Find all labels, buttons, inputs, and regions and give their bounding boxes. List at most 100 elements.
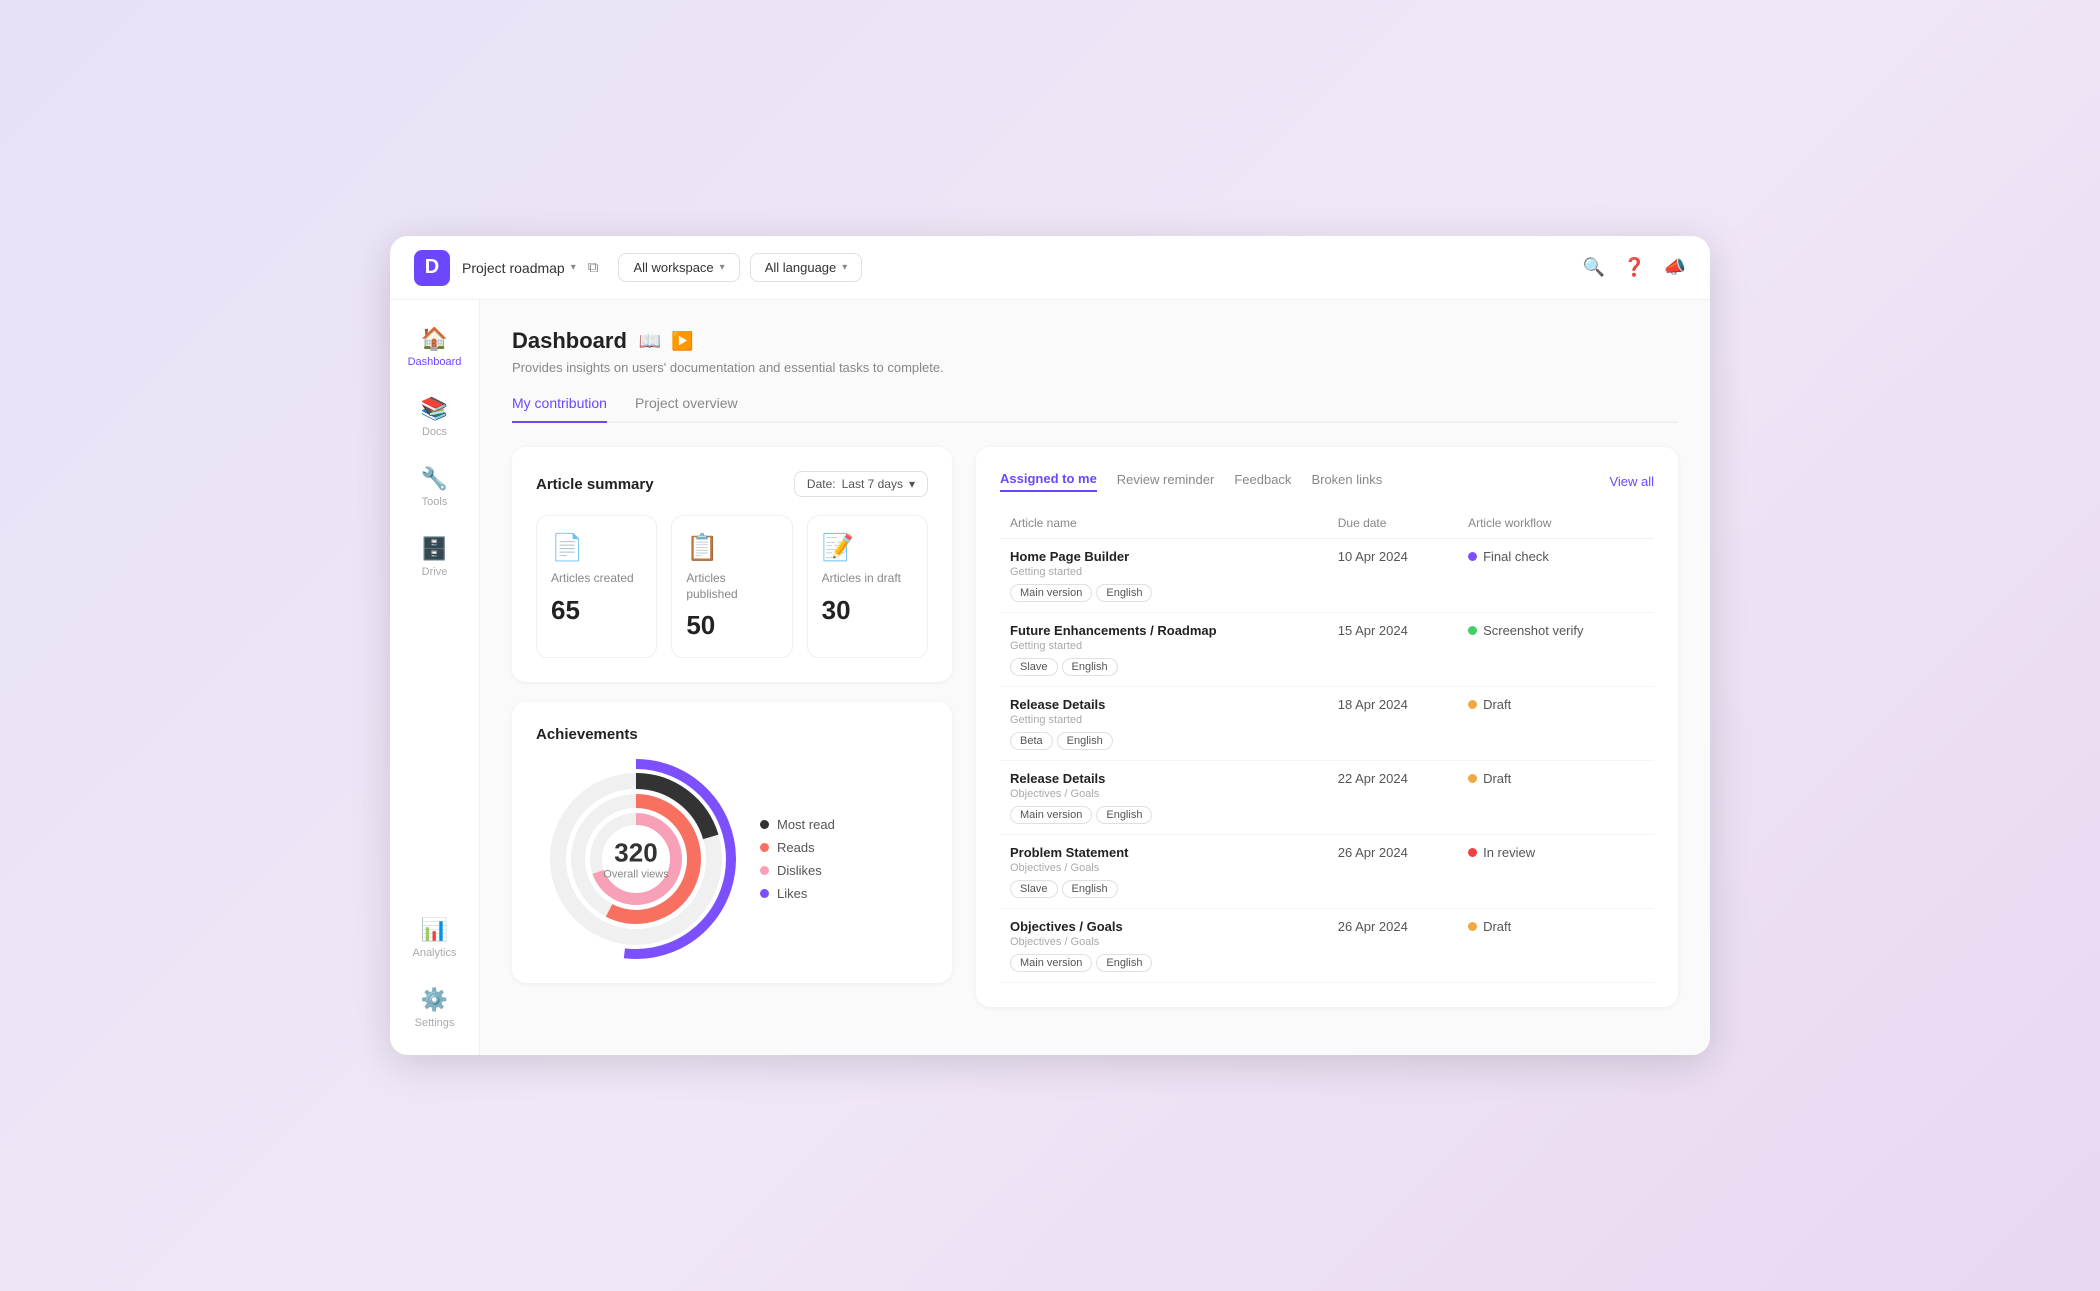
workflow-label: In review	[1483, 845, 1535, 860]
workflow-label: Draft	[1483, 919, 1511, 934]
app-logo: D	[414, 250, 450, 286]
view-all-link[interactable]: View all	[1609, 474, 1654, 489]
dashboard-icon: 🏠	[421, 326, 448, 352]
tag: English	[1096, 584, 1152, 602]
workflow-dot	[1468, 626, 1477, 635]
article-tags: SlaveEnglish	[1010, 879, 1318, 898]
workflow-badge: Screenshot verify	[1468, 623, 1644, 638]
top-filters: All workspace ▾ All language ▾	[618, 253, 1570, 282]
article-tags: Main versionEnglish	[1010, 583, 1318, 602]
right-column: Assigned to me Review reminder Feedback …	[976, 447, 1678, 1027]
article-tags: BetaEnglish	[1010, 731, 1318, 750]
project-selector[interactable]: Project roadmap ▾	[462, 260, 576, 276]
task-tab-broken[interactable]: Broken links	[1311, 472, 1382, 491]
stat-created-value: 65	[551, 595, 642, 626]
articles-published-icon: 📋	[686, 532, 777, 563]
workflow-label: Draft	[1483, 697, 1511, 712]
article-sub: Objectives / Goals	[1010, 936, 1318, 948]
dislikes-dot	[760, 866, 769, 875]
col-article-name: Article name	[1000, 508, 1328, 539]
workflow-label: Draft	[1483, 771, 1511, 786]
chart-area: 320 Overall views Most read	[536, 759, 928, 959]
tab-project-overview[interactable]: Project overview	[635, 395, 738, 423]
notifications-icon[interactable]: 📣	[1664, 257, 1686, 278]
table-row: Problem Statement Objectives / Goals Sla…	[1000, 835, 1654, 909]
sidebar-item-docs[interactable]: 📚 Docs	[390, 386, 479, 448]
page-header: Dashboard 📖 ▶️	[512, 328, 1678, 354]
app-window: D Project roadmap ▾ ⧉ All workspace ▾ Al…	[390, 236, 1710, 1055]
sidebar-item-tools[interactable]: 🔧 Tools	[390, 456, 479, 518]
language-filter[interactable]: All language ▾	[750, 253, 863, 282]
tag: Main version	[1010, 806, 1092, 824]
external-link-icon[interactable]: ⧉	[588, 259, 599, 276]
date-filter-btn[interactable]: Date: Last 7 days ▾	[794, 471, 928, 497]
project-chevron-icon: ▾	[571, 262, 576, 273]
article-tags: Main versionEnglish	[1010, 805, 1318, 824]
table-row: Home Page Builder Getting started Main v…	[1000, 539, 1654, 613]
sidebar-item-drive[interactable]: 🗄️ Drive	[390, 526, 479, 588]
due-date: 26 Apr 2024	[1328, 909, 1458, 983]
sidebar-item-analytics[interactable]: 📊 Analytics	[390, 907, 479, 969]
tag: Main version	[1010, 584, 1092, 602]
top-bar: D Project roadmap ▾ ⧉ All workspace ▾ Al…	[390, 236, 1710, 300]
most-read-dot	[760, 820, 769, 829]
date-chevron-icon: ▾	[909, 477, 915, 491]
stat-draft-label: Articles in draft	[822, 571, 913, 587]
workflow-badge: Draft	[1468, 771, 1644, 786]
task-tabs: Assigned to me Review reminder Feedback …	[1000, 471, 1654, 492]
article-sub: Getting started	[1010, 714, 1318, 726]
due-date: 22 Apr 2024	[1328, 761, 1458, 835]
task-tab-review[interactable]: Review reminder	[1117, 472, 1215, 491]
article-summary-card: Article summary Date: Last 7 days ▾ 📄 Ar…	[512, 447, 952, 682]
reads-dot	[760, 843, 769, 852]
language-chevron-icon: ▾	[842, 262, 847, 273]
due-date: 10 Apr 2024	[1328, 539, 1458, 613]
task-tab-assigned[interactable]: Assigned to me	[1000, 471, 1097, 492]
sidebar-item-settings[interactable]: ⚙️ Settings	[390, 977, 479, 1039]
header-icons: 📖 ▶️	[639, 331, 694, 352]
workflow-badge: In review	[1468, 845, 1644, 860]
article-sub: Objectives / Goals	[1010, 788, 1318, 800]
stat-articles-published: 📋 Articles published 50	[671, 515, 792, 658]
page-tabs: My contribution Project overview	[512, 395, 1678, 423]
articles-draft-icon: 📝	[822, 532, 913, 563]
help-icon[interactable]: ❓	[1623, 257, 1645, 278]
sidebar-item-dashboard[interactable]: 🏠 Dashboard	[390, 316, 479, 378]
tasks-table: Article name Due date Article workflow H…	[1000, 508, 1654, 983]
workflow-dot	[1468, 700, 1477, 709]
workflow-dot	[1468, 552, 1477, 561]
achievements-title: Achievements	[536, 726, 928, 743]
tools-icon: 🔧	[421, 466, 448, 492]
top-bar-right: 🔍 ❓ 📣	[1583, 257, 1686, 278]
tag: Beta	[1010, 732, 1053, 750]
article-name: Objectives / Goals	[1010, 919, 1318, 934]
likes-dot	[760, 889, 769, 898]
stat-created-label: Articles created	[551, 571, 642, 587]
tag: English	[1062, 658, 1118, 676]
due-date: 26 Apr 2024	[1328, 835, 1458, 909]
due-date: 18 Apr 2024	[1328, 687, 1458, 761]
tag: English	[1057, 732, 1113, 750]
play-icon[interactable]: ▶️	[671, 331, 693, 352]
tag: English	[1096, 806, 1152, 824]
workspace-chevron-icon: ▾	[720, 262, 725, 273]
table-row: Release Details Objectives / Goals Main …	[1000, 761, 1654, 835]
tab-my-contribution[interactable]: My contribution	[512, 395, 607, 423]
workflow-badge: Draft	[1468, 919, 1644, 934]
article-name: Release Details	[1010, 697, 1318, 712]
article-tags: SlaveEnglish	[1010, 657, 1318, 676]
donut-center: 320 Overall views	[603, 838, 668, 881]
col-workflow: Article workflow	[1458, 508, 1654, 539]
drive-icon: 🗄️	[421, 536, 448, 562]
col-due-date: Due date	[1328, 508, 1458, 539]
workflow-dot	[1468, 774, 1477, 783]
task-tab-feedback[interactable]: Feedback	[1234, 472, 1291, 491]
docs-icon: 📚	[421, 396, 448, 422]
workspace-filter[interactable]: All workspace ▾	[618, 253, 739, 282]
table-row: Future Enhancements / Roadmap Getting st…	[1000, 613, 1654, 687]
search-icon[interactable]: 🔍	[1583, 257, 1605, 278]
workflow-dot	[1468, 848, 1477, 857]
book-icon[interactable]: 📖	[639, 331, 661, 352]
page-description: Provides insights on users' documentatio…	[512, 360, 1678, 375]
workflow-badge: Final check	[1468, 549, 1644, 564]
